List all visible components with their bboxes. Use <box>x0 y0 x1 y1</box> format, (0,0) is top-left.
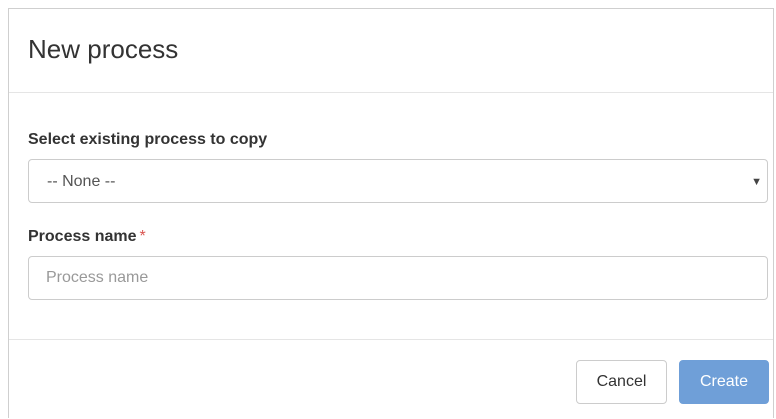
dialog-title: New process <box>28 34 179 64</box>
required-marker: * <box>139 228 146 245</box>
dialog-footer: Cancel Create <box>9 339 773 419</box>
new-process-dialog: New process Select existing process to c… <box>8 8 774 418</box>
dialog-header: New process <box>9 9 773 93</box>
chevron-down-icon: ▼ <box>751 176 762 188</box>
cancel-button[interactable]: Cancel <box>576 360 667 404</box>
copy-select-label: Select existing process to copy <box>28 131 268 148</box>
process-name-label: Process name * <box>28 227 146 247</box>
create-button[interactable]: Create <box>679 360 769 404</box>
copy-process-select-value: -- None -- <box>47 173 116 190</box>
copy-process-select[interactable]: -- None -- ▼ <box>28 159 768 203</box>
process-name-input[interactable] <box>28 256 768 300</box>
process-name-label-text: Process name <box>28 228 137 245</box>
